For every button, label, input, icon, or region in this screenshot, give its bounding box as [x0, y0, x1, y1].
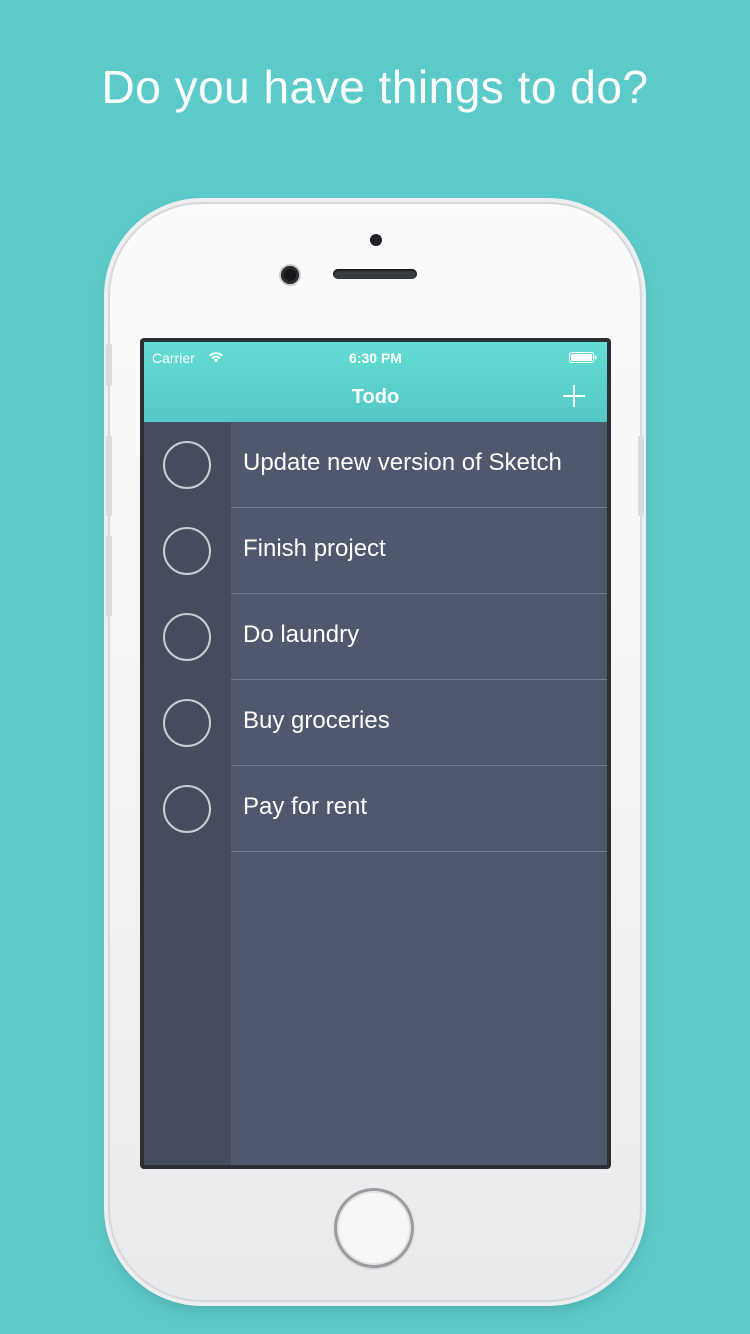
circle-checkbox-icon[interactable]: [163, 613, 211, 661]
plus-icon[interactable]: [560, 382, 588, 410]
proximity-sensor: [370, 234, 382, 246]
phone-screen: Carrier 6:30 PM Todo Update new version …: [140, 338, 611, 1169]
side-button-power: [638, 436, 644, 516]
todo-row[interactable]: Do laundry: [144, 594, 607, 680]
side-button-mute: [106, 344, 112, 386]
todo-label: Update new version of Sketch: [243, 449, 562, 476]
side-button-volume-up: [106, 436, 112, 516]
circle-checkbox-icon[interactable]: [163, 527, 211, 575]
circle-checkbox-icon[interactable]: [163, 441, 211, 489]
status-time: 6:30 PM: [349, 350, 402, 366]
todo-label: Do laundry: [243, 621, 360, 648]
todo-row[interactable]: Buy groceries: [144, 680, 607, 766]
todo-row[interactable]: Finish project: [144, 508, 607, 594]
side-button-volume-down: [106, 536, 112, 616]
app-display: Carrier 6:30 PM Todo Update new version …: [144, 342, 607, 1165]
nav-title: Todo: [351, 386, 400, 408]
earpiece-speaker: [333, 269, 417, 279]
todo-label: Pay for rent: [243, 793, 368, 820]
todo-label: Finish project: [243, 535, 386, 562]
battery-icon: [569, 352, 597, 363]
todo-list: Update new version of Sketch Finish proj…: [144, 422, 607, 852]
row-divider: [231, 851, 607, 852]
home-button[interactable]: [334, 1188, 414, 1268]
circle-checkbox-icon[interactable]: [163, 785, 211, 833]
todo-row[interactable]: Update new version of Sketch: [144, 422, 607, 508]
todo-row[interactable]: Pay for rent: [144, 766, 607, 852]
todo-label: Buy groceries: [243, 707, 390, 734]
headline: Do you have things to do?: [101, 61, 649, 113]
front-camera-icon: [281, 266, 299, 284]
circle-checkbox-icon[interactable]: [163, 699, 211, 747]
navigation-bar: Carrier 6:30 PM Todo: [144, 342, 607, 422]
